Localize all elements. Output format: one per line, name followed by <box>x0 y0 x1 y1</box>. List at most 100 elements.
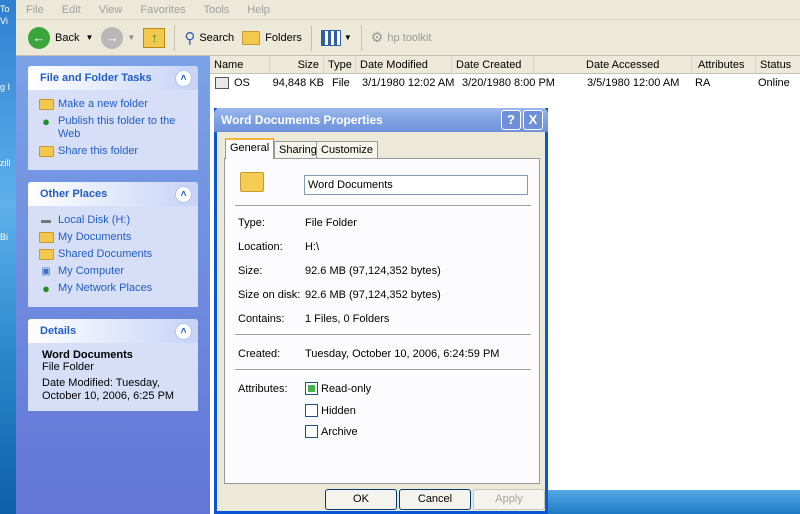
created-label: Created: <box>238 348 281 360</box>
folder-name-field[interactable]: Word Documents <box>304 175 528 195</box>
documents-folder-icon <box>38 231 54 244</box>
divider <box>235 205 531 206</box>
column-date-created[interactable]: Date Created <box>452 56 534 74</box>
menu-edit[interactable]: Edit <box>62 4 81 16</box>
task-label: Make a new folder <box>58 98 148 110</box>
back-label: Back <box>55 31 80 44</box>
archive-checkbox[interactable] <box>305 425 318 438</box>
desktop-icon-label[interactable]: Bi <box>0 232 8 242</box>
toolbar: ← Back ▼ → ▼ ↑ ⚲ Search Folders ▼ ⚙ hp t… <box>16 20 800 56</box>
task-publish-web[interactable]: ● Publish this folder to the Web <box>38 115 190 141</box>
forward-button[interactable]: → ▼ <box>97 24 139 52</box>
task-share-folder[interactable]: Share this folder <box>38 145 190 158</box>
folders-button[interactable]: Folders <box>238 24 306 52</box>
search-label: Search <box>199 31 235 44</box>
cancel-button[interactable]: Cancel <box>399 489 471 510</box>
place-my-computer[interactable]: ▣ My Computer <box>38 265 190 278</box>
column-date-accessed[interactable]: Date Accessed <box>534 56 692 74</box>
folders-label: Folders <box>265 31 302 44</box>
place-my-documents[interactable]: My Documents <box>38 231 190 244</box>
place-label: Local Disk (H:) <box>58 214 131 226</box>
contains-value: 1 Files, 0 Folders <box>305 313 390 325</box>
menu-file[interactable]: File <box>26 4 44 16</box>
contains-label: Contains: <box>238 313 285 325</box>
column-name[interactable]: Name <box>210 56 270 74</box>
tab-general[interactable]: General <box>225 138 275 159</box>
toolbar-separator <box>360 24 362 51</box>
chevron-down-icon[interactable]: ▼ <box>127 33 135 42</box>
ok-button[interactable]: OK <box>325 489 397 510</box>
place-shared-documents[interactable]: Shared Documents <box>38 248 190 261</box>
menu-help[interactable]: Help <box>247 4 270 16</box>
collapse-icon[interactable]: ˄ <box>175 69 192 87</box>
panel-header[interactable]: Details ˄ <box>28 319 198 343</box>
readonly-checkbox-row[interactable]: Read-only <box>305 382 371 395</box>
column-status[interactable]: Status <box>756 56 800 74</box>
menu-bar: File Edit View Favorites Tools Help <box>16 0 800 20</box>
close-button[interactable]: X <box>523 110 543 130</box>
close-icon: X <box>528 112 538 127</box>
column-date-modified[interactable]: Date Modified <box>356 56 452 74</box>
column-header-row: Name Size Type Date Modified Date Create… <box>210 56 800 74</box>
desktop-background: To Vi g I zill Bi <box>0 0 16 514</box>
readonly-label: Read-only <box>321 382 372 395</box>
desktop-icon-label[interactable]: zill <box>0 158 11 168</box>
panel-header[interactable]: File and Folder Tasks ˄ <box>28 66 198 90</box>
up-folder-button[interactable]: ↑ <box>139 24 169 52</box>
computer-icon: ▣ <box>41 266 51 277</box>
readonly-checkbox[interactable] <box>305 382 318 395</box>
archive-checkbox-row[interactable]: Archive <box>305 425 358 438</box>
properties-dialog: Word Documents Properties ? X General Sh… <box>214 108 548 514</box>
hp-toolkit-button[interactable]: ⚙ hp toolkit <box>367 24 436 52</box>
panel-header[interactable]: Other Places ˄ <box>28 182 198 206</box>
share-folder-icon <box>38 145 54 158</box>
desktop-icon-label[interactable]: Vi <box>0 16 8 26</box>
new-folder-icon <box>38 98 54 111</box>
help-icon: ? <box>507 112 515 127</box>
file-icon <box>215 77 229 89</box>
hidden-checkbox-row[interactable]: Hidden <box>305 404 356 417</box>
up-folder-icon: ↑ <box>143 27 166 48</box>
cell-status: Online <box>758 77 790 89</box>
drive-icon: ▬ <box>41 215 51 226</box>
hidden-checkbox[interactable] <box>305 404 318 417</box>
toolbar-separator <box>310 24 312 51</box>
place-label: Shared Documents <box>58 248 153 260</box>
menu-tools[interactable]: Tools <box>204 4 230 16</box>
collapse-icon[interactable]: ˄ <box>175 185 192 203</box>
desktop-icon-label[interactable]: To <box>0 4 10 14</box>
views-button[interactable]: ▼ <box>317 24 356 52</box>
column-attributes[interactable]: Attributes <box>692 56 756 74</box>
dialog-title-bar[interactable]: Word Documents Properties ? X <box>214 108 548 132</box>
apply-button[interactable]: Apply <box>473 489 545 510</box>
search-button[interactable]: ⚲ Search <box>180 24 238 52</box>
task-new-folder[interactable]: Make a new folder <box>38 98 190 111</box>
back-button[interactable]: ← Back ▼ <box>24 24 97 52</box>
archive-label: Archive <box>321 425 358 438</box>
tab-sharing[interactable]: Sharing <box>274 141 322 158</box>
cell-date-created: 3/20/1980 8:00 PM <box>462 77 555 89</box>
attributes-label: Attributes: <box>238 383 288 395</box>
location-label: Location: <box>238 241 283 253</box>
menu-view[interactable]: View <box>99 4 123 16</box>
desktop-icon-label[interactable]: g I <box>0 82 10 92</box>
place-my-network[interactable]: ● My Network Places <box>38 282 190 295</box>
views-icon <box>320 29 341 46</box>
column-size[interactable]: Size <box>270 56 324 74</box>
divider <box>235 334 531 335</box>
place-local-disk[interactable]: ▬ Local Disk (H:) <box>38 214 190 227</box>
help-button[interactable]: ? <box>501 110 521 130</box>
column-type[interactable]: Type <box>324 56 356 74</box>
chevron-down-icon[interactable]: ▼ <box>85 33 93 42</box>
cell-date-accessed: 3/5/1980 12:00 AM <box>587 77 680 89</box>
back-arrow-icon: ← <box>28 26 50 49</box>
folder-icon <box>240 172 264 192</box>
menu-favorites[interactable]: Favorites <box>140 4 185 16</box>
search-icon: ⚲ <box>184 29 196 47</box>
toolbar-separator <box>174 24 176 51</box>
chevron-down-icon: ▼ <box>343 33 352 42</box>
tab-customize[interactable]: Customize <box>316 141 378 158</box>
size-value: 92.6 MB (97,124,352 bytes) <box>305 265 441 277</box>
folders-icon <box>242 30 261 45</box>
collapse-icon[interactable]: ˄ <box>175 322 192 340</box>
